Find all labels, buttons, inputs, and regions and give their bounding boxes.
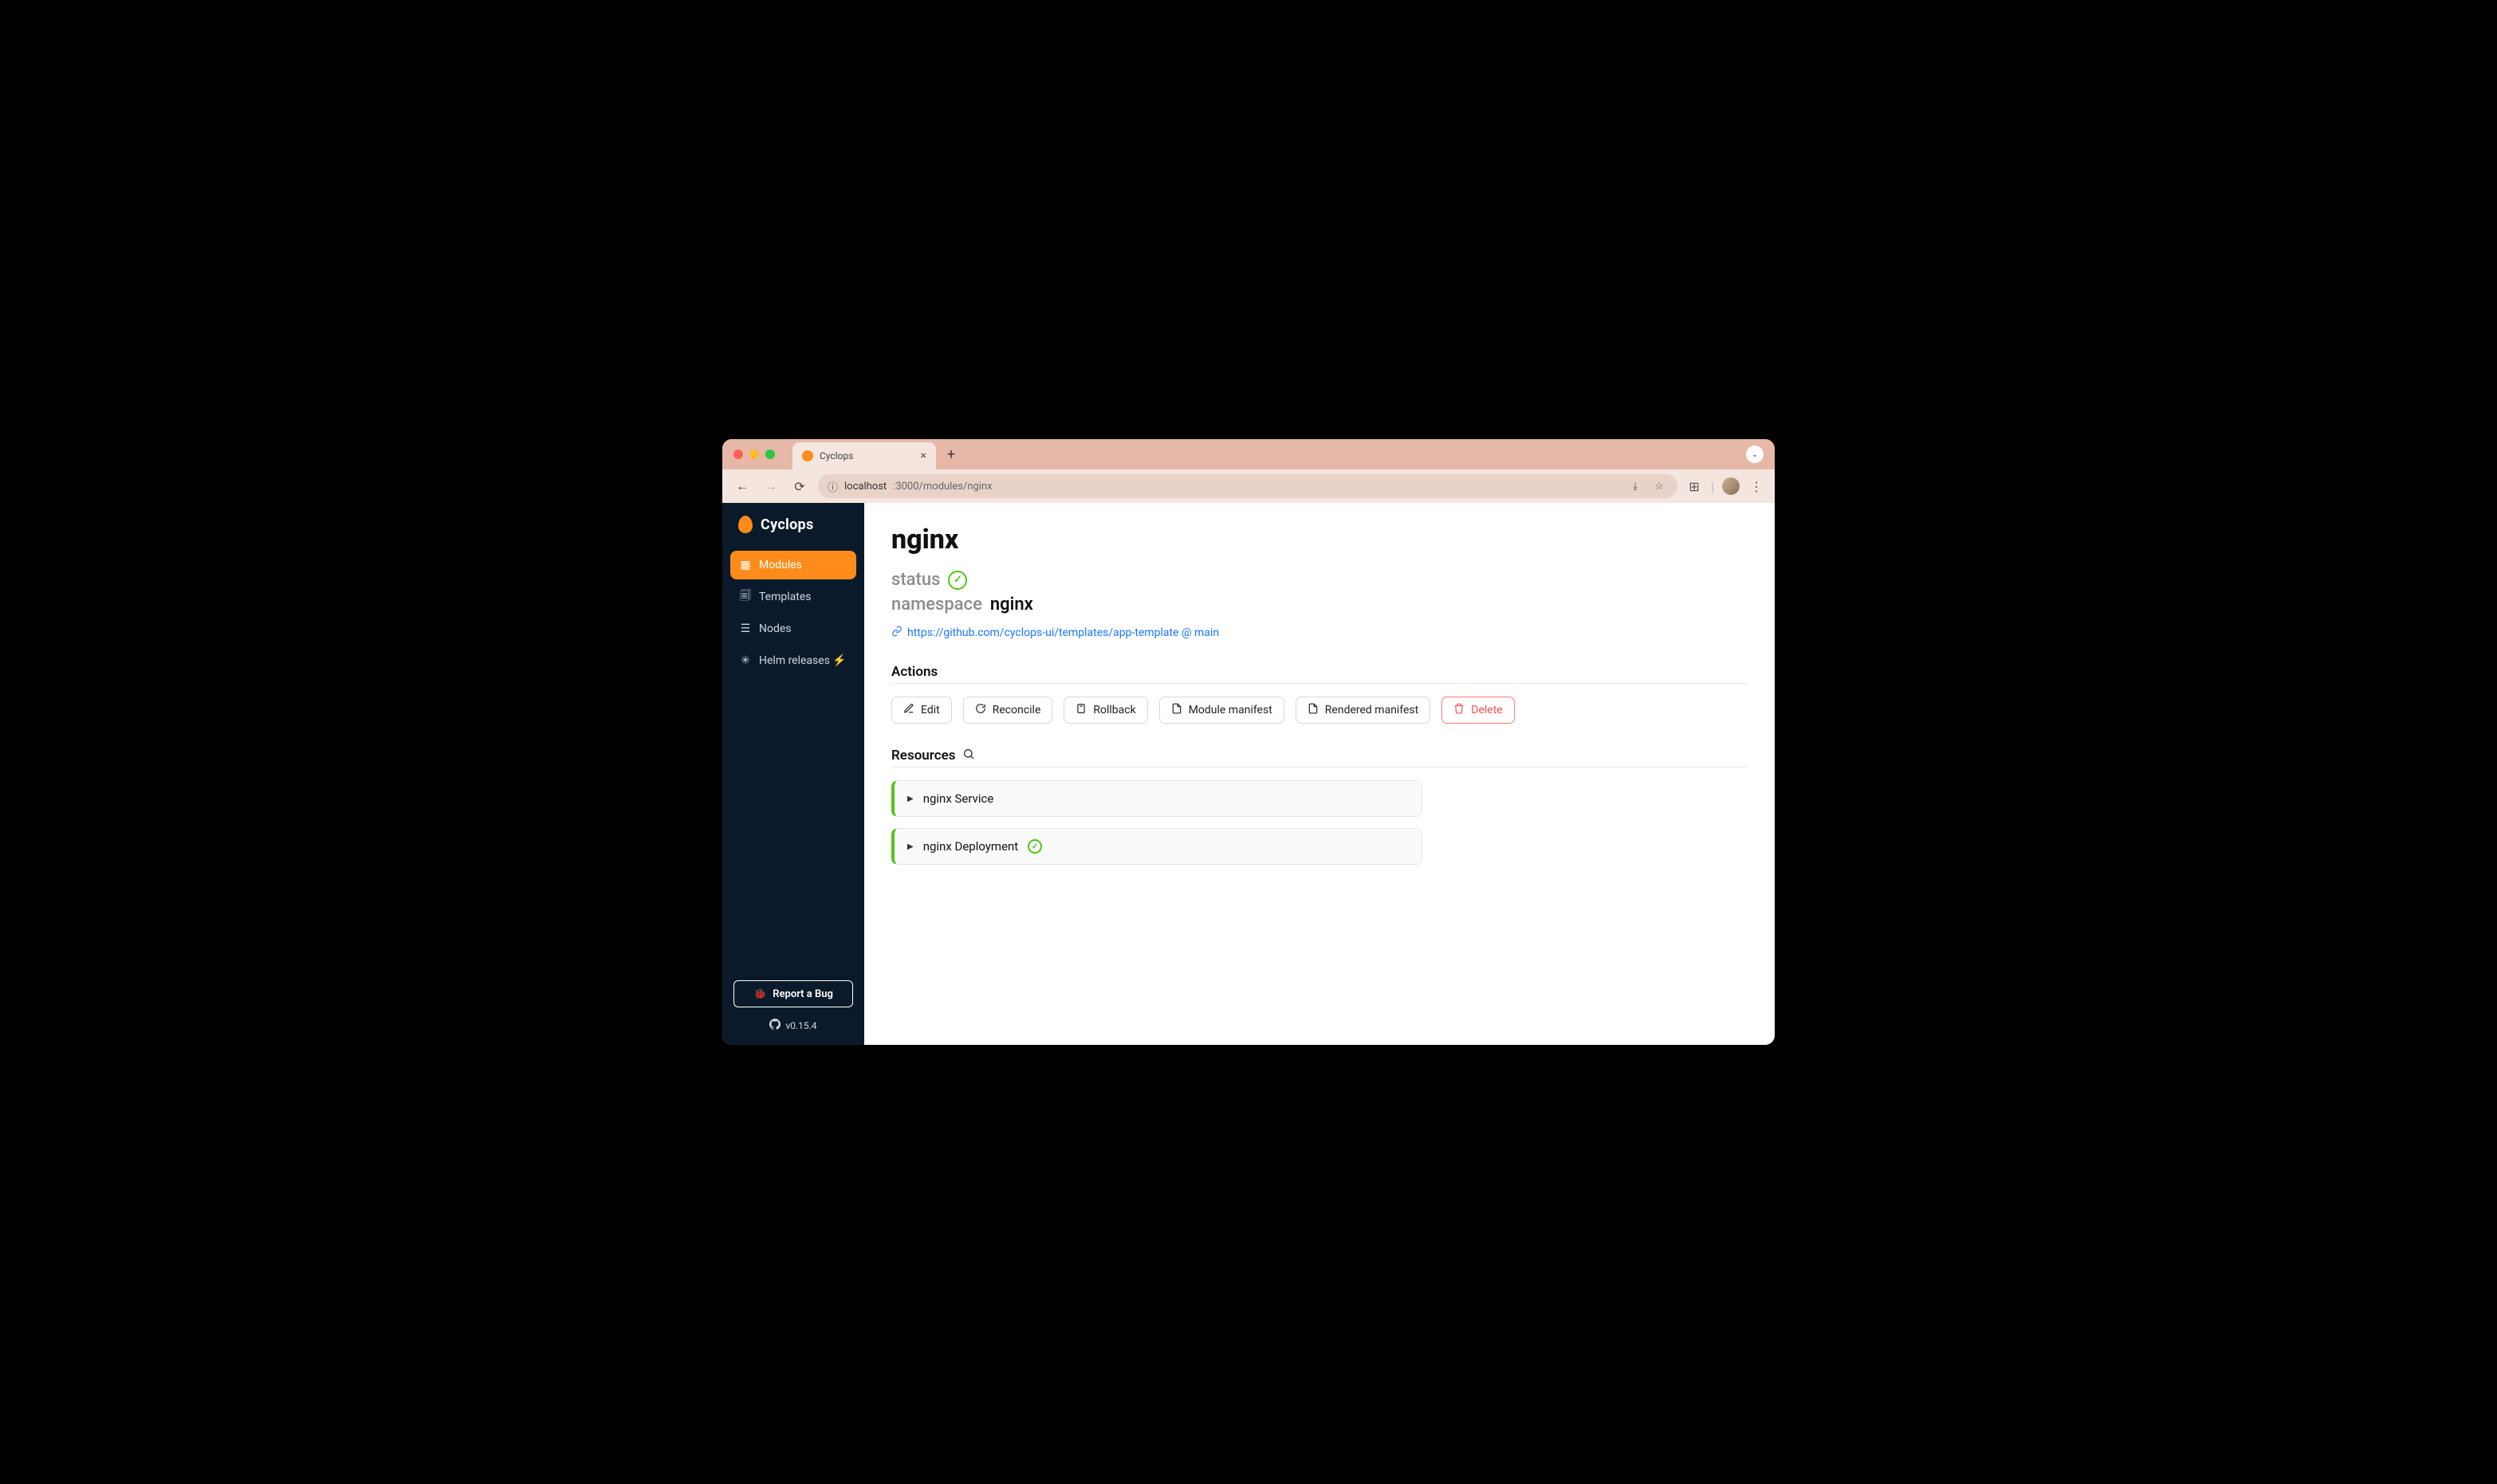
- resources-title: Resources: [891, 748, 956, 764]
- module-manifest-button[interactable]: Module manifest: [1159, 697, 1284, 724]
- rendered-manifest-button[interactable]: Rendered manifest: [1296, 697, 1430, 724]
- file-icon: [1307, 703, 1319, 717]
- url-host: localhost: [844, 481, 887, 493]
- report-bug-button[interactable]: 🐞 Report a Bug: [733, 980, 853, 1007]
- resource-card[interactable]: ▶ nginx Service: [891, 780, 1422, 817]
- templates-icon: 🗐: [740, 587, 751, 607]
- browser-menu-icon[interactable]: ⋮: [1748, 477, 1765, 495]
- rendered-manifest-label: Rendered manifest: [1325, 704, 1418, 716]
- edit-label: Edit: [921, 704, 940, 716]
- extensions-icon[interactable]: ⊞: [1685, 477, 1703, 495]
- delete-button[interactable]: Delete: [1441, 697, 1514, 724]
- favicon-icon: [802, 450, 813, 461]
- close-window[interactable]: [733, 450, 743, 459]
- app-root: Cyclops ▦ Modules 🗐 Templates ☰ Nodes ✳ …: [722, 503, 1775, 1045]
- file-icon: [1171, 703, 1182, 717]
- actions-title: Actions: [891, 664, 938, 680]
- nodes-icon: ☰: [740, 622, 751, 635]
- forward-button[interactable]: →: [761, 476, 781, 497]
- rollback-label: Rollback: [1093, 704, 1135, 716]
- main-content: nginx status ✓ namespace nginx https://g…: [864, 503, 1775, 1045]
- new-tab-button[interactable]: +: [947, 446, 955, 463]
- rollback-button[interactable]: Rollback: [1064, 697, 1147, 724]
- reconcile-icon: [975, 703, 986, 717]
- titlebar: Cyclops × + ⌄: [722, 439, 1775, 469]
- minimize-window[interactable]: [749, 450, 759, 459]
- divider: [891, 683, 1748, 684]
- helm-icon: ✳: [740, 654, 751, 667]
- sidebar-item-templates[interactable]: 🗐 Templates: [730, 583, 856, 611]
- resource-name: nginx Service: [923, 791, 994, 806]
- separator: |: [1711, 479, 1714, 494]
- address-bar[interactable]: ⓘ localhost :3000/modules/nginx ⤓ ☆: [818, 474, 1677, 498]
- browser-toolbar: ← → ⟳ ⓘ localhost :3000/modules/nginx ⤓ ☆…: [722, 469, 1775, 503]
- link-icon: [891, 626, 902, 640]
- reconcile-label: Reconcile: [993, 704, 1041, 716]
- status-ok-icon: ✓: [1028, 839, 1042, 854]
- install-app-icon[interactable]: ⤓: [1626, 477, 1644, 495]
- sidebar-item-helm-releases[interactable]: ✳ Helm releases ⚡: [730, 646, 856, 675]
- bookmark-icon[interactable]: ☆: [1650, 477, 1668, 495]
- source-link[interactable]: https://github.com/cyclops-ui/templates/…: [891, 626, 1748, 640]
- rollback-icon: [1075, 703, 1087, 717]
- resources-list: ▶ nginx Service ▶ nginx Deployment ✓: [891, 780, 1748, 865]
- edit-icon: [903, 703, 914, 717]
- page-title: nginx: [891, 524, 1748, 556]
- sidebar-item-label: Modules: [759, 559, 802, 571]
- window-controls: [733, 450, 775, 459]
- namespace-label: namespace: [891, 595, 982, 614]
- brand-logo-icon: [738, 516, 753, 533]
- sidebar-item-nodes[interactable]: ☰ Nodes: [730, 614, 856, 643]
- caret-right-icon: ▶: [907, 842, 914, 851]
- sidebar-item-label: Nodes: [759, 622, 792, 635]
- browser-tab[interactable]: Cyclops ×: [792, 442, 936, 469]
- actions-row: Edit Reconcile Rollback Module manifest …: [891, 697, 1748, 724]
- status-ok-icon: ✓: [948, 571, 967, 590]
- sidebar-item-label: Templates: [759, 591, 812, 603]
- back-button[interactable]: ←: [732, 476, 753, 497]
- tab-title: Cyclops: [820, 450, 853, 461]
- close-tab-icon[interactable]: ×: [921, 450, 926, 462]
- resource-card[interactable]: ▶ nginx Deployment ✓: [891, 828, 1422, 865]
- edit-button[interactable]: Edit: [891, 697, 952, 724]
- bug-icon: 🐞: [753, 988, 766, 1000]
- site-info-icon[interactable]: ⓘ: [828, 479, 838, 494]
- sidebar: Cyclops ▦ Modules 🗐 Templates ☰ Nodes ✳ …: [722, 503, 864, 1045]
- source-url-text: https://github.com/cyclops-ui/templates/…: [907, 626, 1219, 639]
- divider: [891, 767, 1748, 768]
- sidebar-nav: ▦ Modules 🗐 Templates ☰ Nodes ✳ Helm rel…: [722, 546, 864, 680]
- sidebar-item-label: Helm releases ⚡: [759, 654, 847, 667]
- status-label: status: [891, 570, 940, 590]
- reconcile-button[interactable]: Reconcile: [963, 697, 1053, 724]
- tabs-dropdown[interactable]: ⌄: [1746, 446, 1764, 463]
- search-icon[interactable]: [962, 748, 975, 764]
- maximize-window[interactable]: [765, 450, 775, 459]
- reload-button[interactable]: ⟳: [789, 476, 810, 497]
- url-path: :3000/modules/nginx: [893, 481, 992, 493]
- resource-name: nginx Deployment: [923, 839, 1019, 854]
- module-manifest-label: Module manifest: [1189, 704, 1272, 716]
- brand[interactable]: Cyclops: [722, 503, 864, 546]
- sidebar-item-modules[interactable]: ▦ Modules: [730, 551, 856, 579]
- github-icon: [769, 1019, 781, 1032]
- delete-label: Delete: [1471, 704, 1502, 716]
- report-bug-label: Report a Bug: [773, 988, 833, 1000]
- profile-avatar[interactable]: [1722, 477, 1740, 495]
- version-link[interactable]: v0.15.4: [722, 1019, 864, 1045]
- namespace-value: nginx: [990, 595, 1033, 614]
- brand-name: Cyclops: [761, 516, 814, 533]
- version-text: v0.15.4: [785, 1020, 816, 1031]
- namespace-row: namespace nginx: [891, 595, 1748, 614]
- browser-window: Cyclops × + ⌄ ← → ⟳ ⓘ localhost :3000/mod…: [722, 439, 1775, 1045]
- status-row: status ✓: [891, 570, 1748, 590]
- modules-icon: ▦: [740, 559, 751, 571]
- trash-icon: [1453, 703, 1465, 717]
- caret-right-icon: ▶: [907, 795, 914, 803]
